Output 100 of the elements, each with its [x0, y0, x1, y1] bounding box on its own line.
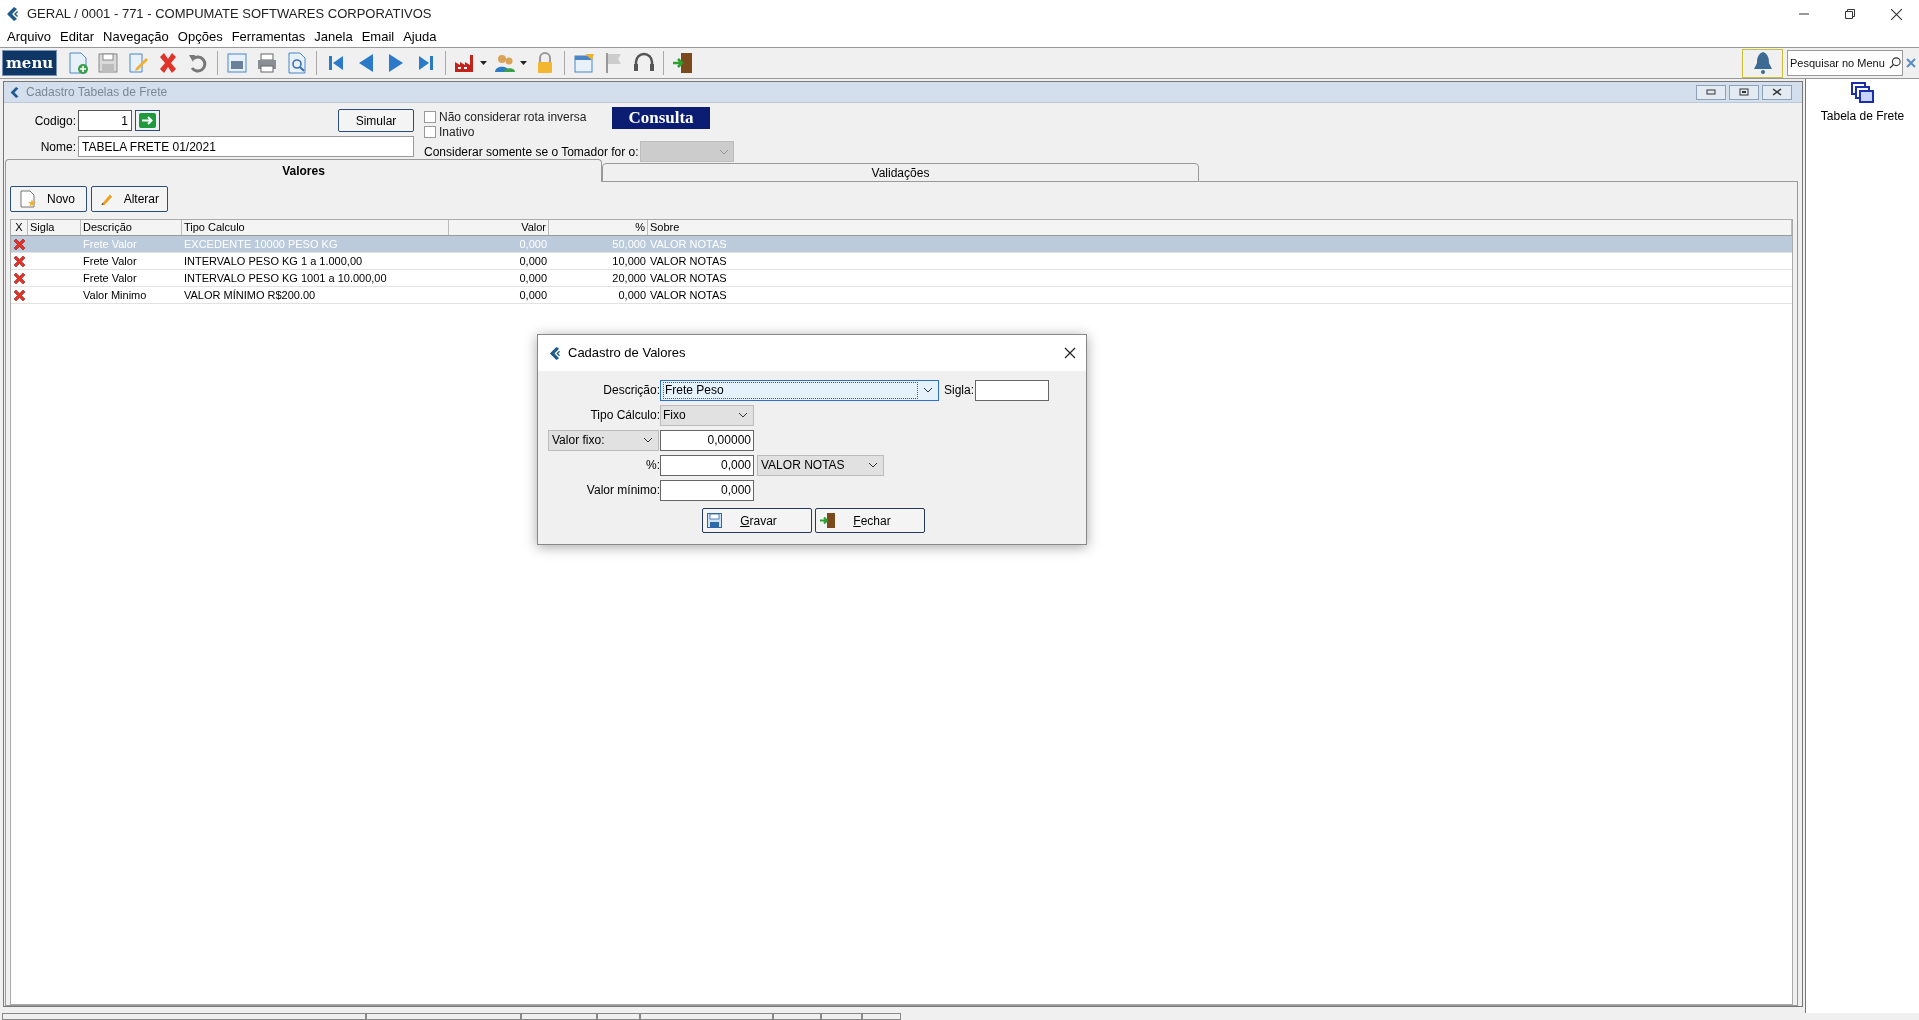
- column-header[interactable]: X: [11, 220, 28, 235]
- taskbar-slot[interactable]: [821, 1013, 862, 1020]
- table-cell-text: VALOR MÍNIMO R$200.00: [183, 288, 317, 303]
- delete-icon[interactable]: [13, 237, 26, 251]
- table-cell-text: 0,000: [518, 271, 548, 286]
- side-panel-item[interactable]: Tabela de Frete: [1820, 81, 1905, 125]
- taskbar-slot[interactable]: [640, 1013, 773, 1020]
- window-icon: [572, 51, 597, 75]
- table-row[interactable]: Frete Valor INTERVALO PESO KG 1001 a 10.000,00 0,000 20,000 VALOR NOTAS: [11, 270, 1792, 287]
- column-header[interactable]: Valor: [449, 220, 549, 235]
- window-title: GERAL / 0001 - 771 - COMPUMATE SOFTWARES CORPORATIVOS: [27, 5, 432, 24]
- menu-item[interactable]: Ferramentas: [231, 27, 306, 47]
- close-icon[interactable]: [1064, 347, 1076, 359]
- chevron-icon: [738, 412, 748, 418]
- menu-item[interactable]: Navegação: [103, 27, 169, 47]
- column-header[interactable]: Descrição: [81, 220, 182, 235]
- print-preview-icon: [225, 51, 250, 75]
- column-header[interactable]: Sobre: [648, 220, 1792, 235]
- code-field[interactable]: 1: [78, 110, 132, 131]
- percent-field[interactable]: 0,000: [660, 454, 754, 476]
- menu-button[interactable]: menu: [2, 50, 58, 76]
- table-row[interactable]: Valor Minimo VALOR MÍNIMO R$200.00 0,000 0,000 VALOR NOTAS: [11, 287, 1792, 304]
- chevron-icon: [718, 148, 729, 155]
- name-field[interactable]: TABELA FRETE 01/2021: [78, 136, 414, 157]
- close-button[interactable]: Fechar: [815, 508, 925, 533]
- status-badge: Consulta: [612, 107, 710, 129]
- simulate-button[interactable]: Simular: [338, 109, 414, 132]
- chevron-icon: [923, 387, 933, 393]
- checkbox-option[interactable]: Inativo: [424, 124, 612, 139]
- description-dropdown[interactable]: Frete Peso: [660, 379, 939, 401]
- menu-item[interactable]: Opções: [177, 27, 223, 47]
- delete-icon[interactable]: [13, 254, 26, 268]
- menu-item[interactable]: Email: [361, 27, 395, 47]
- taskbar-slot[interactable]: [366, 1013, 521, 1020]
- table-cell-text: 10,000: [611, 254, 647, 269]
- search-icon[interactable]: [1889, 57, 1901, 69]
- chevron-icon: [643, 437, 653, 443]
- app-logo-icon: [9, 85, 20, 99]
- base-dropdown[interactable]: VALOR NOTAS: [757, 454, 884, 476]
- edit-button[interactable]: Alterar: [91, 186, 168, 212]
- field-label: Sigla:: [944, 382, 975, 399]
- taskbar-slot[interactable]: [521, 1013, 597, 1020]
- table-cell-text: 0,000: [617, 288, 647, 303]
- menu-item[interactable]: Janela: [314, 27, 353, 47]
- new-document-icon: [19, 190, 37, 208]
- table-cell-text: 0,000: [518, 288, 548, 303]
- table-cell-text: EXCEDENTE 10000 PESO KG: [183, 237, 339, 252]
- menu-item[interactable]: Editar: [60, 27, 95, 47]
- column-header[interactable]: Sigla: [28, 220, 81, 235]
- column-header[interactable]: %: [549, 220, 648, 235]
- table-cell-text: VALOR NOTAS: [649, 237, 728, 252]
- minimum-value-field[interactable]: 0,000: [660, 479, 754, 501]
- taskbar-slot[interactable]: [862, 1013, 901, 1020]
- minimize-icon[interactable]: [1696, 84, 1726, 100]
- search-field[interactable]: Pesquisar no Menu: [1787, 50, 1903, 76]
- table-cell-text: VALOR NOTAS: [649, 288, 728, 303]
- notification-button[interactable]: [1742, 48, 1783, 78]
- table-cell-text: Frete Valor: [82, 271, 138, 286]
- delete-icon[interactable]: [13, 271, 26, 285]
- field-label: Considerar somente se o Tomador for o:: [424, 143, 639, 161]
- fixed-value-field[interactable]: 0,00000: [660, 429, 754, 451]
- edit-document-icon: [126, 51, 151, 75]
- save-button[interactable]: Gravar: [702, 508, 812, 533]
- chevron-icon: [868, 462, 878, 468]
- go-button[interactable]: [135, 110, 160, 131]
- field-label: Tipo Cálculo:: [589, 407, 660, 424]
- close-icon[interactable]: [1762, 84, 1792, 100]
- arrow-icon: [139, 113, 156, 128]
- table-cell-text: 50,000: [611, 237, 647, 252]
- field-label: Valor mínimo:: [585, 482, 660, 499]
- taskbar-slot[interactable]: [597, 1013, 640, 1020]
- app-logo-icon: [548, 345, 561, 361]
- table-cell-text: INTERVALO PESO KG 1001 a 10.000,00: [183, 271, 388, 286]
- app-logo-icon: [5, 6, 19, 22]
- door-exit-icon: [820, 513, 836, 528]
- menu-item[interactable]: Ajuda: [403, 27, 437, 47]
- table-cell-text: Valor Minimo: [82, 288, 148, 303]
- column-header[interactable]: Tipo Calculo: [182, 220, 449, 235]
- table-row[interactable]: Frete Valor INTERVALO PESO KG 1 a 1.000,00 0,000 10,000 VALOR NOTAS: [11, 253, 1792, 270]
- table-cell-text: 20,000: [611, 271, 647, 286]
- taskbar-slot[interactable]: [2, 1013, 366, 1020]
- caret-icon[interactable]: [520, 61, 528, 65]
- menu-item[interactable]: Arquivo: [7, 27, 52, 47]
- checkbox-option[interactable]: Não considerar rota inversa: [424, 109, 612, 124]
- field-label: %:: [645, 457, 660, 474]
- table-cell-text: VALOR NOTAS: [649, 254, 728, 269]
- sigla-field[interactable]: [975, 379, 1050, 401]
- clear-icon[interactable]: [1906, 58, 1916, 68]
- table-cell-text: VALOR NOTAS: [649, 271, 728, 286]
- caret-icon[interactable]: [480, 61, 488, 65]
- table-cell-text: INTERVALO PESO KG 1 a 1.000,00: [183, 254, 364, 269]
- table-cell-text: 0,000: [518, 254, 548, 269]
- field-label: Descrição:: [602, 382, 660, 399]
- delete-icon[interactable]: [13, 288, 26, 302]
- calculation-type-dropdown[interactable]: Fixo: [660, 404, 754, 426]
- taskbar-slot[interactable]: [773, 1013, 821, 1020]
- value-type-dropdown[interactable]: Valor fixo:: [548, 429, 659, 451]
- tab[interactable]: Validações: [602, 163, 1199, 182]
- new-button[interactable]: Novo: [10, 186, 87, 212]
- tab[interactable]: Valores: [5, 159, 602, 182]
